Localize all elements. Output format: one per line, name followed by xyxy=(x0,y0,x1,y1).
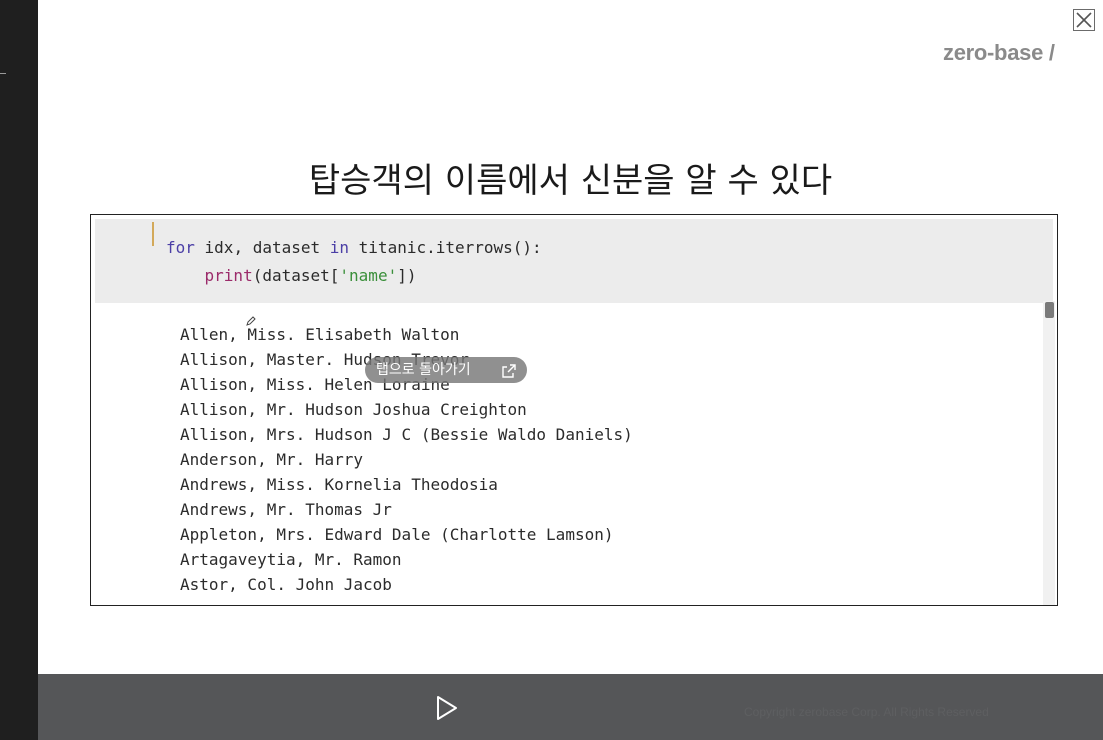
notebook-frame: for idx, dataset in titanic.iterrows(): … xyxy=(90,214,1058,606)
slide-title: 탑승객의 이름에서 신분을 알 수 있다 xyxy=(308,161,833,201)
code-line-1: for idx, dataset in titanic.iterrows(): xyxy=(166,238,542,257)
function-print: print xyxy=(204,266,253,285)
back-to-tab-label: 탭으로 돌아가기 xyxy=(376,362,471,378)
output-line: Appleton, Mrs. Edward Dale (Charlotte La… xyxy=(180,525,614,544)
code-text: (dataset[ xyxy=(252,266,340,285)
close-button[interactable] xyxy=(1073,9,1095,31)
edge-tick xyxy=(0,73,6,74)
output-line: Allen, Miss. Elisabeth Walton xyxy=(180,325,460,344)
keyword-for: for xyxy=(166,238,195,257)
back-to-tab-button[interactable]: 탭으로 돌아가기 xyxy=(365,357,527,383)
copyright-text: Copyright zerobase Corp. All Rights Rese… xyxy=(744,705,989,719)
code-line-2: print(dataset['name']) xyxy=(166,266,417,285)
output-line: Andrews, Mr. Thomas Jr xyxy=(180,500,392,519)
code-text: titanic.iterrows(): xyxy=(349,238,542,257)
output-line: Artagaveytia, Mr. Ramon xyxy=(180,550,402,569)
pencil-icon xyxy=(245,315,257,330)
code-cell[interactable]: for idx, dataset in titanic.iterrows(): … xyxy=(95,219,1053,303)
string-literal: 'name' xyxy=(339,266,398,285)
output-line: Allison, Mrs. Hudson J C (Bessie Waldo D… xyxy=(180,425,633,444)
close-icon xyxy=(1076,12,1092,28)
brand-logo: zero-base / xyxy=(943,40,1055,65)
keyword-in: in xyxy=(329,238,350,257)
code-text: idx, dataset xyxy=(194,238,330,257)
output-line: Allison, Mr. Hudson Joshua Creighton xyxy=(180,400,527,419)
play-icon xyxy=(437,696,457,720)
code-text: ]) xyxy=(397,266,417,285)
play-button[interactable] xyxy=(434,694,460,722)
output-scrollbar[interactable] xyxy=(1043,301,1055,605)
text-cursor xyxy=(152,222,154,246)
left-edge-strip xyxy=(0,0,38,740)
output-line: Andrews, Miss. Kornelia Theodosia xyxy=(180,475,498,494)
external-link-icon xyxy=(501,362,517,388)
output-line: Anderson, Mr. Harry xyxy=(180,450,364,469)
scrollbar-thumb[interactable] xyxy=(1045,302,1054,318)
output-line: Astor, Col. John Jacob xyxy=(180,575,392,594)
